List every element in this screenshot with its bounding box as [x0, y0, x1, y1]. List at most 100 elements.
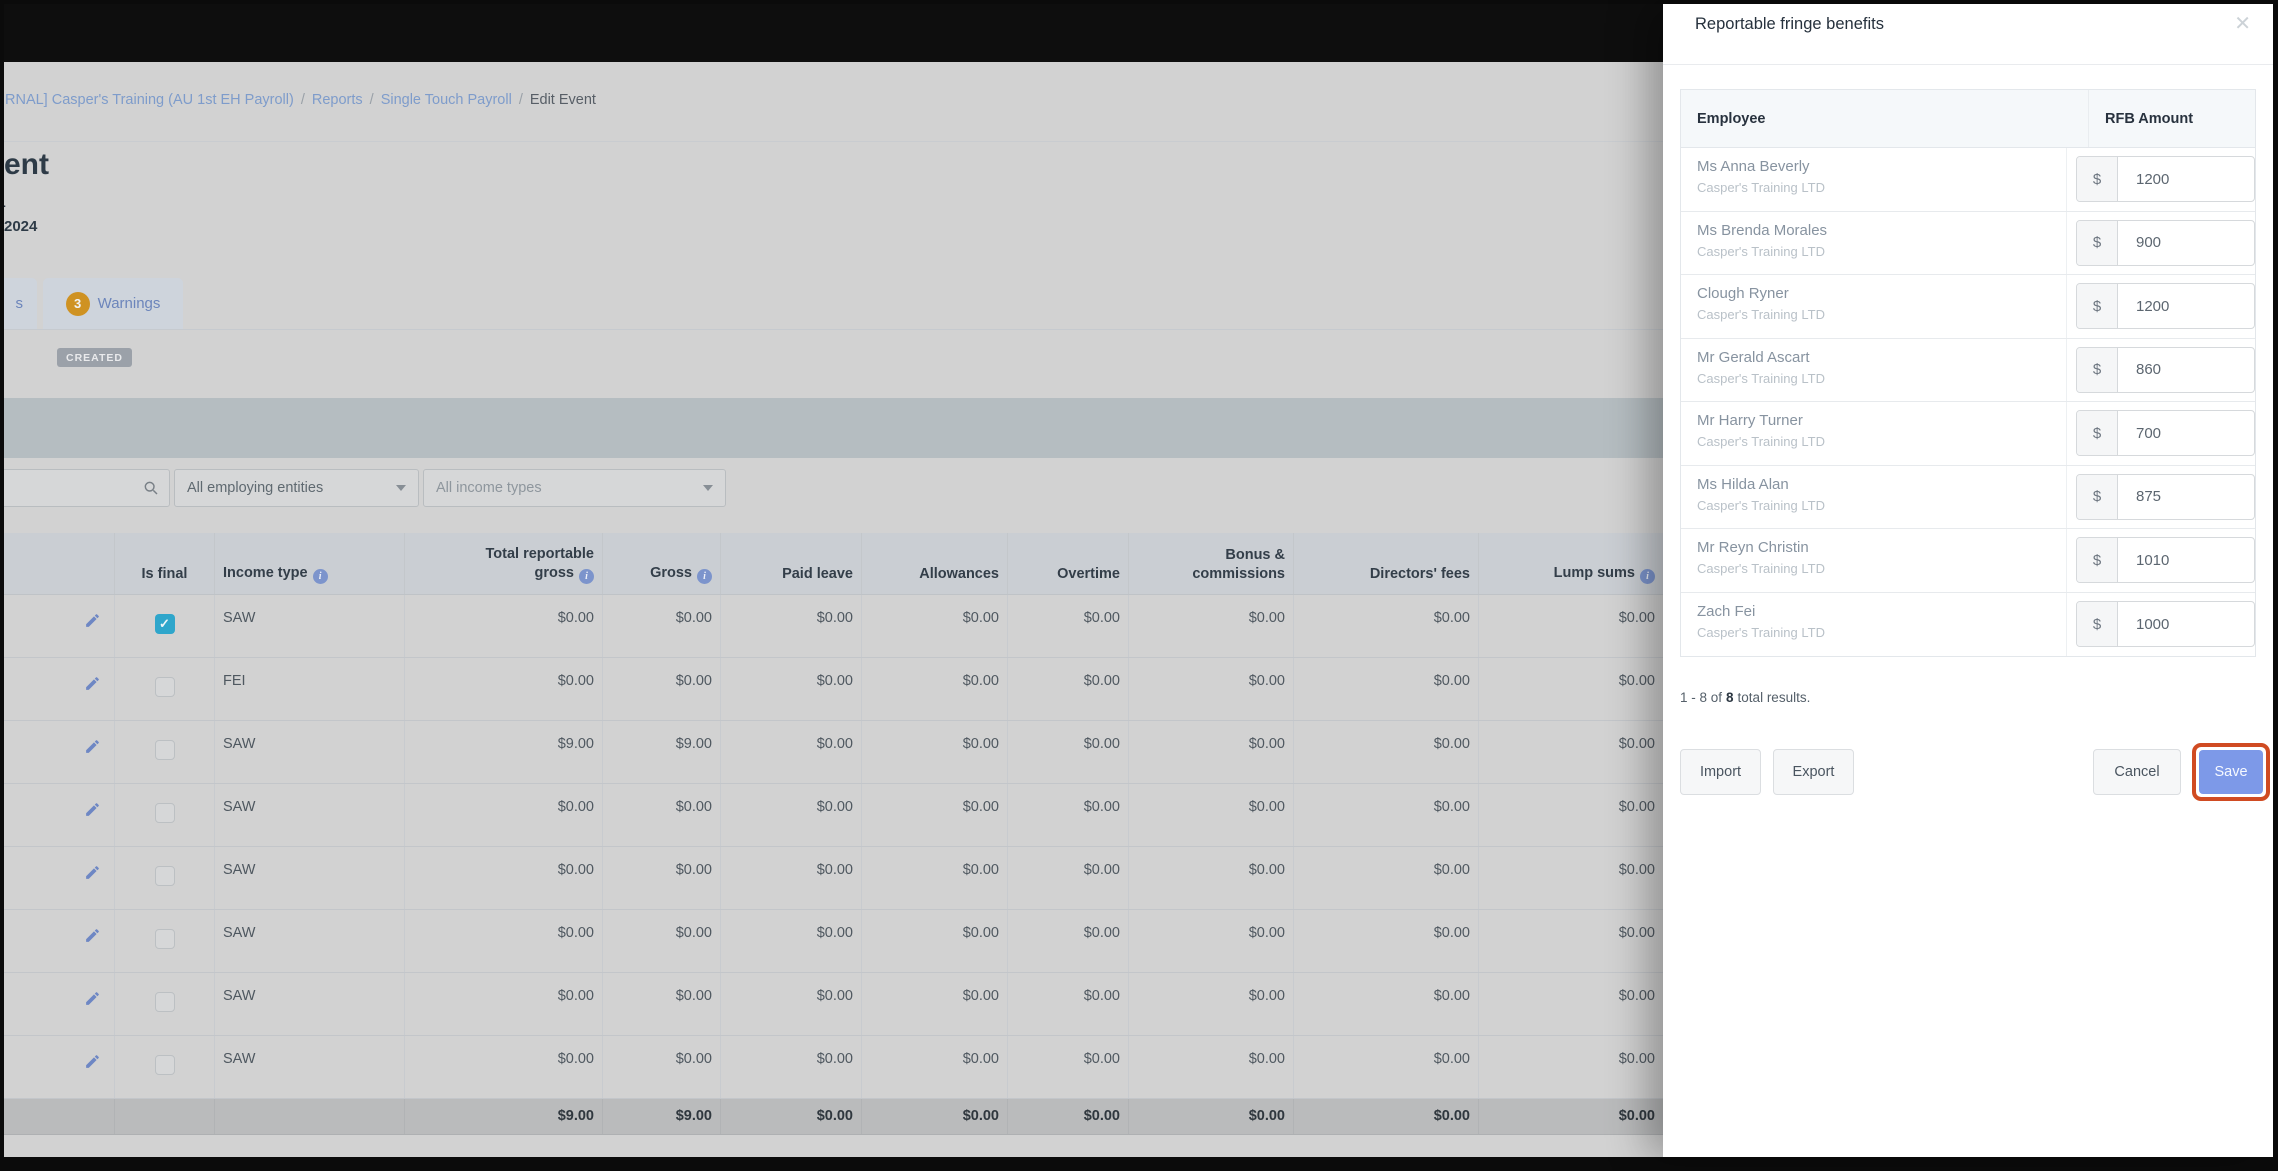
bonus-commissions-cell: $0.00: [1128, 1036, 1293, 1098]
top-nav-bar: [4, 4, 1663, 62]
tab-partial[interactable]: s: [4, 278, 37, 329]
column-header-income-type: Income type i: [214, 533, 404, 594]
rfb-amount-input[interactable]: [2118, 347, 2254, 392]
results-suffix: total results.: [1737, 690, 1811, 705]
is-final-checkbox[interactable]: [154, 992, 175, 1012]
search-input[interactable]: [4, 470, 127, 508]
info-icon[interactable]: i: [579, 569, 594, 584]
rfb-amount-input[interactable]: [2118, 220, 2254, 265]
rfb-row: Ms Hilda Alan Casper's Training LTD $: [1681, 465, 2255, 529]
tab-warnings[interactable]: 3 Warnings: [43, 278, 183, 329]
income-type-cell: SAW: [214, 721, 404, 783]
edit-cell: [4, 721, 114, 783]
info-icon[interactable]: i: [1640, 569, 1655, 584]
save-button[interactable]: Save: [2199, 750, 2263, 794]
rfb-row: Ms Brenda Morales Casper's Training LTD $: [1681, 211, 2255, 275]
stp-table-body: ✓ SAW $0.00 $0.00 $0.00 $0.00 $0.00 $0.00 $0.00 $…: [4, 595, 1663, 1099]
overtime-cell: $0.00: [1007, 847, 1128, 909]
rfb-employee-cell: Mr Gerald Ascart Casper's Training LTD: [1681, 338, 2067, 401]
import-button[interactable]: Import: [1680, 749, 1761, 795]
is-final-checkbox[interactable]: ✓: [154, 614, 175, 634]
rfb-row: Ms Anna Beverly Casper's Training LTD $: [1681, 148, 2255, 212]
rfb-amount-input[interactable]: [2118, 602, 2254, 647]
lump-sums-cell: $0.00: [1478, 658, 1663, 720]
table-row: SAW $0.00 $0.00 $0.00 $0.00 $0.00 $0.00 $0.00 $0…: [4, 973, 1663, 1036]
currency-prefix: $: [2077, 411, 2118, 456]
paid-leave-cell: $0.00: [720, 1036, 861, 1098]
rfb-row: Clough Ryner Casper's Training LTD $: [1681, 275, 2255, 339]
paid-leave-cell: $0.00: [720, 910, 861, 972]
breadcrumb-item[interactable]: Single Touch Payroll: [381, 92, 512, 108]
gross-cell: $9.00: [602, 721, 720, 783]
edit-pencil-icon[interactable]: [84, 1055, 101, 1074]
rfb-amount-input[interactable]: [2118, 538, 2254, 583]
column-header-label: Bonus &: [1225, 547, 1285, 563]
rfb-amount-input[interactable]: [2118, 411, 2254, 456]
close-icon[interactable]: ✕: [2234, 11, 2251, 36]
is-final-cell: [114, 973, 214, 1035]
rfb-table-body: Ms Anna BeverlyCasper's Training LTD$Ms …: [1681, 148, 2255, 656]
employee-name: Ms Hilda Alan: [1697, 475, 1789, 493]
breadcrumb: RNAL] Casper's Training (AU 1st EH Payro…: [5, 92, 596, 108]
allowances-cell: $0.00: [861, 1036, 1007, 1098]
edit-pencil-icon[interactable]: [84, 929, 101, 948]
lump-sums-cell: $0.00: [1478, 910, 1663, 972]
cancel-button[interactable]: Cancel: [2093, 749, 2181, 795]
is-final-checkbox[interactable]: [154, 740, 175, 760]
table-row: SAW $0.00 $0.00 $0.00 $0.00 $0.00 $0.00 $0.00 $0…: [4, 1036, 1663, 1099]
total-total-reportable-gross: $9.00: [404, 1099, 602, 1134]
search-box: [4, 469, 170, 508]
income-types-dropdown[interactable]: All income types: [423, 469, 726, 507]
column-header-label: commissions: [1192, 566, 1285, 582]
is-final-checkbox[interactable]: [154, 803, 175, 823]
export-button[interactable]: Export: [1773, 749, 1854, 795]
directors-fees-cell: $0.00: [1293, 1036, 1478, 1098]
employee-company: Casper's Training LTD: [1697, 561, 1825, 576]
edit-cell: [4, 910, 114, 972]
overtime-cell: $0.00: [1007, 721, 1128, 783]
breadcrumb-item[interactable]: RNAL] Casper's Training (AU 1st EH Payro…: [5, 92, 294, 108]
gross-cell: $0.00: [602, 658, 720, 720]
rfb-amount-input[interactable]: [2118, 157, 2254, 202]
info-icon[interactable]: i: [697, 569, 712, 584]
employee-company: Casper's Training LTD: [1697, 307, 1825, 322]
rfb-amount-input[interactable]: [2118, 284, 2254, 329]
modal-title-divider: [1663, 64, 2273, 65]
results-summary: 1 - 8 of 8 total results.: [1680, 690, 1810, 705]
rfb-amount-cell: $: [2067, 339, 2255, 402]
paid-leave-cell: $0.00: [720, 658, 861, 720]
currency-prefix: $: [2077, 538, 2118, 583]
is-final-checkbox[interactable]: [154, 866, 175, 886]
total-gross: $9.00: [602, 1099, 720, 1134]
column-header-overtime: Overtime: [1007, 533, 1128, 594]
rfb-amount-group: $: [2076, 473, 2255, 520]
total-income-type: [214, 1099, 404, 1134]
employee-name: Clough Ryner: [1697, 285, 1789, 302]
edit-pencil-icon[interactable]: [84, 740, 101, 759]
income-type-cell: FEI: [214, 658, 404, 720]
rfb-employee-cell: Ms Anna Beverly Casper's Training LTD: [1681, 148, 2067, 211]
edit-pencil-icon[interactable]: [84, 614, 101, 633]
is-final-checkbox[interactable]: [154, 677, 175, 697]
stp-edit-event-page: RNAL] Casper's Training (AU 1st EH Payro…: [4, 4, 1663, 1157]
employing-entities-dropdown[interactable]: All employing entities: [174, 469, 419, 507]
table-row: FEI $0.00 $0.00 $0.00 $0.00 $0.00 $0.00 $0.00 $0…: [4, 658, 1663, 721]
rfb-amount-input[interactable]: [2118, 474, 2254, 519]
currency-prefix: $: [2077, 284, 2118, 329]
edit-pencil-icon[interactable]: [84, 992, 101, 1011]
gross-cell: $0.00: [602, 595, 720, 657]
table-row: SAW $0.00 $0.00 $0.00 $0.00 $0.00 $0.00 $0.00 $0…: [4, 910, 1663, 973]
is-final-checkbox[interactable]: [154, 929, 175, 949]
edit-pencil-icon[interactable]: [84, 803, 101, 822]
info-icon[interactable]: i: [312, 569, 328, 584]
edit-pencil-icon[interactable]: [84, 677, 101, 696]
is-final-checkbox[interactable]: [154, 1055, 175, 1075]
breadcrumb-item[interactable]: Reports: [312, 92, 363, 108]
column-header-label: Directors' fees: [1369, 566, 1470, 582]
edit-pencil-icon[interactable]: [84, 866, 101, 885]
is-final-cell: [114, 847, 214, 909]
page-title: ent: [4, 148, 49, 181]
employee-company: Casper's Training LTD: [1697, 370, 1825, 386]
rfb-amount-group: $: [2076, 346, 2255, 393]
table-row: ✓ SAW $0.00 $0.00 $0.00 $0.00 $0.00 $0.00 $0.00 $…: [4, 595, 1663, 658]
